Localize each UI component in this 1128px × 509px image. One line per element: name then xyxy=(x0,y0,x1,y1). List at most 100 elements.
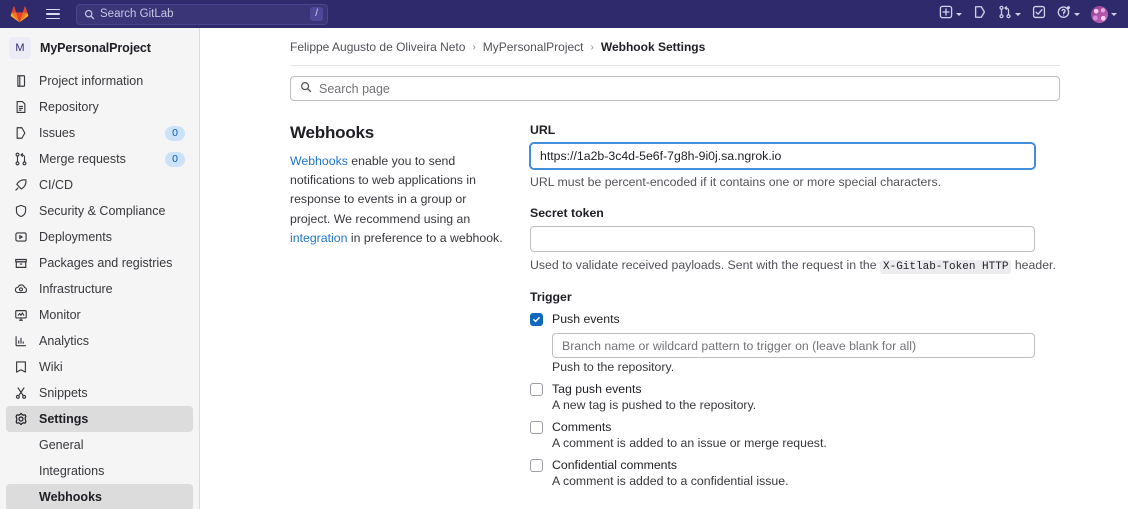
user-menu-button[interactable] xyxy=(1086,0,1122,28)
secret-token-helper-text: Used to validate received payloads. Sent… xyxy=(530,258,1080,274)
sidebar-item-project-information[interactable]: Project information xyxy=(6,68,193,94)
sidebar-item-label: Settings xyxy=(39,412,89,426)
global-search-input[interactable]: Search GitLab / xyxy=(76,3,328,25)
sidebar-item-label: Project information xyxy=(39,74,144,88)
sidebar-item-label: Monitor xyxy=(39,308,81,322)
webhooks-description: Webhooks enable you to send notification… xyxy=(290,152,504,248)
sidebar-item-deployments[interactable]: Deployments xyxy=(6,224,193,250)
url-input[interactable]: https://1a2b-3c4d-5e6f-7g8h-9i0j.sa.ngro… xyxy=(530,143,1035,169)
confidential-comments-description: A comment is added to a confidential iss… xyxy=(552,474,789,488)
shield-icon xyxy=(13,203,29,219)
search-page-input[interactable]: Search page xyxy=(290,76,1060,101)
sidebar-item-label: Merge requests xyxy=(39,152,126,166)
breadcrumb-item-user[interactable]: Felippe Augusto de Oliveira Neto xyxy=(290,40,465,54)
status-badge: 0 xyxy=(165,151,185,167)
push-events-label[interactable]: Push events xyxy=(552,312,620,326)
secret-token-input[interactable] xyxy=(530,226,1035,252)
sidebar-subitem-webhooks[interactable]: Webhooks xyxy=(6,484,193,509)
new-plus-button[interactable] xyxy=(934,0,967,28)
secret-token-header-code: X-Gitlab-Token HTTP xyxy=(880,260,1012,274)
main-content: Felippe Augusto de Oliveira Neto › MyPer… xyxy=(200,28,1128,509)
integration-doc-link[interactable]: integration xyxy=(290,231,347,245)
trigger-comments: Comments A comment is added to an issue … xyxy=(530,420,1080,450)
confidential-comments-checkbox[interactable] xyxy=(530,459,543,472)
trigger-tag-push-events: Tag push events A new tag is pushed to t… xyxy=(530,382,1080,412)
todos-button[interactable] xyxy=(1027,0,1051,28)
push-events-checkbox[interactable] xyxy=(530,313,543,326)
merge-request-icon xyxy=(13,151,29,167)
sidebar-item-merge-requests[interactable]: Merge requests 0 xyxy=(6,146,193,172)
chevron-down-icon xyxy=(956,12,962,16)
chevron-down-icon xyxy=(1074,12,1080,16)
webhooks-description-column: Webhooks Webhooks enable you to send not… xyxy=(290,123,530,496)
webhooks-description-text-2: in preference to a webhook. xyxy=(347,230,503,245)
breadcrumb-item-project[interactable]: MyPersonalProject xyxy=(483,40,584,54)
issues-button[interactable] xyxy=(968,0,992,28)
sidebar-item-snippets[interactable]: Snippets xyxy=(6,380,193,406)
sidebar-item-settings[interactable]: Settings xyxy=(6,406,193,432)
sidebar-item-security-compliance[interactable]: Security & Compliance xyxy=(6,198,193,224)
project-header[interactable]: M MyPersonalProject xyxy=(0,28,199,68)
sidebar-item-label: Security & Compliance xyxy=(39,204,166,218)
comments-label[interactable]: Comments xyxy=(552,420,611,434)
merge-requests-icon xyxy=(998,5,1012,24)
gitlab-fox-logo[interactable] xyxy=(0,0,38,28)
breadcrumb-item-current: Webhook Settings xyxy=(600,40,706,54)
push-events-branch-input[interactable]: Branch name or wildcard pattern to trigg… xyxy=(552,333,1035,358)
sidebar-subitem-integrations[interactable]: Integrations xyxy=(6,458,193,484)
issues-icon xyxy=(13,125,29,141)
url-helper-text: URL must be percent-encoded if it contai… xyxy=(530,175,942,189)
sidebar-item-ci-cd[interactable]: CI/CD xyxy=(6,172,193,198)
todos-checkbox-icon xyxy=(1032,5,1046,24)
sidebar-subitem-general[interactable]: General xyxy=(6,432,193,458)
trigger-confidential-comments: Confidential comments A comment is added… xyxy=(530,458,1080,488)
secret-token-field-group: Secret token Used to validate received p… xyxy=(530,206,1080,274)
tag-push-events-checkbox[interactable] xyxy=(530,383,543,396)
sidebar-item-wiki[interactable]: Wiki xyxy=(6,354,193,380)
push-events-description: Push to the repository. xyxy=(552,360,675,374)
chart-icon xyxy=(13,333,29,349)
sidebar-item-label: Repository xyxy=(39,100,99,114)
sidebar-item-label: Issues xyxy=(39,126,76,140)
sidebar-subitem-label: General xyxy=(39,438,84,452)
help-button[interactable] xyxy=(1052,0,1085,28)
cloud-gear-icon xyxy=(13,281,29,297)
chevron-right-icon: › xyxy=(590,41,594,53)
sidebar-item-repository[interactable]: Repository xyxy=(6,94,193,120)
sidebar-item-infrastructure[interactable]: Infrastructure xyxy=(6,276,193,302)
sidebar-item-label: Analytics xyxy=(39,334,90,348)
sidebar-item-packages-registries[interactable]: Packages and registries xyxy=(6,250,193,276)
sidebar-item-label: Deployments xyxy=(39,230,112,244)
tag-push-events-label[interactable]: Tag push events xyxy=(552,382,642,396)
settings-section: Webhooks Webhooks enable you to send not… xyxy=(290,123,1080,496)
page-scrollbar[interactable] xyxy=(1122,28,1128,509)
breadcrumb-divider xyxy=(290,65,1060,66)
project-avatar: M xyxy=(9,37,31,59)
sidebar-item-issues[interactable]: Issues 0 xyxy=(6,120,193,146)
sidebar-item-label: Packages and registries xyxy=(39,256,173,270)
sidebar-item-label: Infrastructure xyxy=(39,282,113,296)
sidebar-subitem-label: Webhooks xyxy=(39,490,102,504)
trigger-label: Trigger xyxy=(530,290,572,304)
chevron-down-icon xyxy=(1015,12,1021,16)
avatar xyxy=(1091,5,1108,23)
chevron-down-icon xyxy=(1111,12,1117,16)
webhook-form-column: URL https://1a2b-3c4d-5e6f-7g8h-9i0j.sa.… xyxy=(530,123,1080,496)
sidebar-item-analytics[interactable]: Analytics xyxy=(6,328,193,354)
book-open-icon xyxy=(13,359,29,375)
search-page-placeholder: Search page xyxy=(319,81,390,96)
secret-token-helper-before: Used to validate received payloads. Sent… xyxy=(530,258,880,272)
search-shortcut-key: / xyxy=(310,7,323,21)
book-icon xyxy=(13,73,29,89)
sidebar-item-label: Snippets xyxy=(39,386,88,400)
merge-requests-button[interactable] xyxy=(993,0,1026,28)
secret-token-helper-after: header. xyxy=(1011,258,1056,272)
global-search-placeholder: Search GitLab xyxy=(100,8,174,20)
sidebar-item-monitor[interactable]: Monitor xyxy=(6,302,193,328)
header-actions xyxy=(934,0,1128,28)
comments-checkbox[interactable] xyxy=(530,421,543,434)
webhooks-doc-link[interactable]: Webhooks xyxy=(290,154,348,168)
confidential-comments-label[interactable]: Confidential comments xyxy=(552,458,677,472)
url-field-group: URL https://1a2b-3c4d-5e6f-7g8h-9i0j.sa.… xyxy=(530,123,1080,189)
menu-icon[interactable] xyxy=(38,0,68,28)
